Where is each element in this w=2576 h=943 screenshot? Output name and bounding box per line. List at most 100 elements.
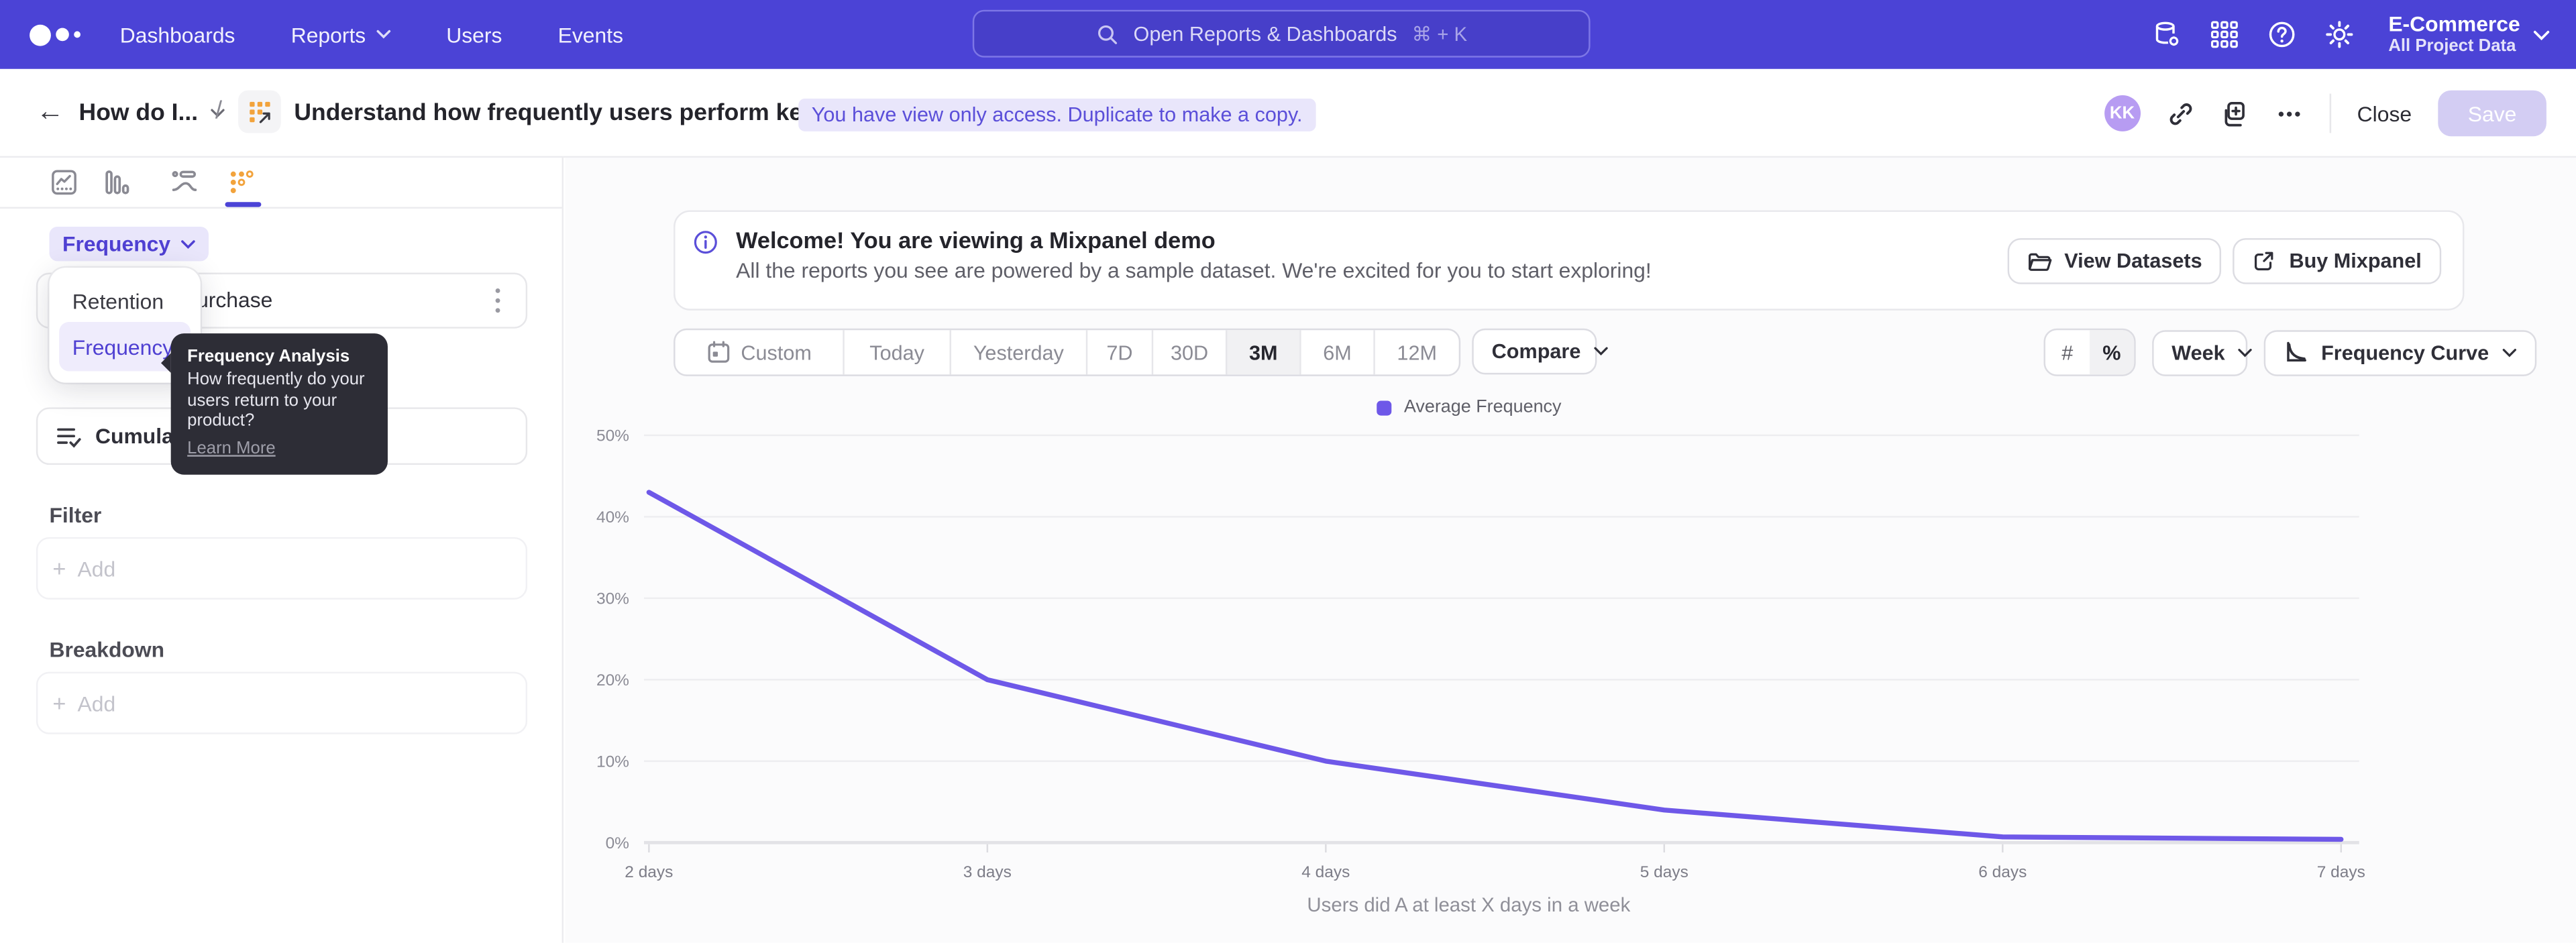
breakdown-add-button[interactable]: + Add bbox=[36, 672, 527, 734]
date-range-yesterday[interactable]: Yesterday bbox=[950, 330, 1086, 374]
y-tick-label: 40% bbox=[596, 508, 629, 526]
search-icon bbox=[1095, 22, 1118, 45]
app-viewport: Dashboards Reports Users Events Open Rep… bbox=[0, 0, 2576, 943]
apps-grid-icon[interactable] bbox=[2209, 19, 2239, 49]
legend-swatch bbox=[1376, 400, 1391, 414]
demo-banner: Welcome! You are viewing a Mixpanel demo… bbox=[674, 210, 2464, 310]
search-shortcut: ⌘ + K bbox=[1412, 22, 1468, 45]
interval-dropdown[interactable]: Week bbox=[2152, 329, 2247, 376]
top-nav: Dashboards Reports Users Events Open Rep… bbox=[0, 0, 2576, 69]
list-check-icon bbox=[56, 424, 82, 450]
date-range-30d[interactable]: 30D bbox=[1152, 330, 1226, 374]
row-menu-icon[interactable] bbox=[486, 284, 509, 317]
nav-events[interactable]: Events bbox=[558, 22, 623, 47]
data-management-icon[interactable] bbox=[2152, 19, 2182, 49]
frequency-tooltip: Frequency Analysis How frequently do you… bbox=[171, 333, 388, 474]
header-actions: KK Close Save bbox=[2104, 69, 2546, 158]
plus-icon: + bbox=[52, 690, 66, 716]
menu-item-retention[interactable]: Retention bbox=[59, 279, 191, 322]
project-scope: All Project Data bbox=[2388, 36, 2520, 56]
more-options-icon[interactable] bbox=[2275, 99, 2303, 127]
chevron-down-icon bbox=[2502, 347, 2517, 357]
nav-users[interactable]: Users bbox=[446, 22, 502, 47]
project-switcher[interactable]: E-Commerce All Project Data bbox=[2388, 13, 2549, 56]
breadcrumb[interactable]: How do I... bbox=[79, 100, 225, 126]
nav-reports[interactable]: Reports bbox=[291, 22, 390, 47]
chevron-down-icon bbox=[2238, 347, 2253, 357]
query-sidebar: Frequency Purchase Retention Frequency F… bbox=[0, 158, 564, 943]
search-input[interactable]: Open Reports & Dashboards ⌘ + K bbox=[973, 10, 1591, 58]
date-range-7d[interactable]: 7D bbox=[1086, 330, 1152, 374]
value-format-toggle: # % bbox=[2043, 329, 2135, 376]
avatar[interactable]: KK bbox=[2104, 95, 2141, 131]
chevron-down-icon bbox=[1594, 347, 1609, 357]
frequency-line-chart: 0% 10% 20% 30% 40% 50% 2 days 3 days 4 days 5 day… bbox=[565, 421, 2372, 890]
chevron-down-icon bbox=[376, 30, 390, 40]
date-range-6m[interactable]: 6M bbox=[1299, 330, 1373, 374]
view-datasets-button[interactable]: View Datasets bbox=[2007, 238, 2222, 284]
x-tick-label: 2 days bbox=[625, 863, 673, 881]
mixpanel-logo-icon[interactable] bbox=[30, 24, 80, 46]
date-range-today[interactable]: Today bbox=[843, 330, 949, 374]
board-icon[interactable] bbox=[238, 91, 281, 133]
divider bbox=[2329, 94, 2330, 133]
save-button[interactable]: Save bbox=[2438, 91, 2546, 137]
breakdown-heading: Breakdown bbox=[49, 637, 164, 662]
chart-toolbar: Custom Today Yesterday 7D 30D 3M 6M 12M … bbox=[674, 329, 2536, 376]
chart-type-dropdown[interactable]: Frequency Curve bbox=[2263, 329, 2536, 376]
date-range-custom[interactable]: Custom bbox=[676, 330, 843, 374]
plus-icon: + bbox=[52, 555, 66, 581]
settings-gear-icon[interactable] bbox=[2324, 19, 2354, 49]
y-tick-label: 10% bbox=[596, 753, 629, 771]
legend-label: Average Frequency bbox=[1404, 398, 1562, 417]
breadcrumb-separator: / bbox=[215, 97, 222, 125]
date-range-12m[interactable]: 12M bbox=[1373, 330, 1458, 374]
nav-links: Dashboards Reports Users Events bbox=[120, 22, 623, 47]
search-placeholder: Open Reports & Dashboards bbox=[1134, 22, 1397, 45]
chevron-down-icon bbox=[180, 239, 195, 249]
date-range-3m[interactable]: 3M bbox=[1226, 330, 1299, 374]
report-header: ← How do I... / Understand how frequentl… bbox=[0, 69, 2576, 158]
report-main: Welcome! You are viewing a Mixpanel demo… bbox=[565, 158, 2576, 943]
compare-button[interactable]: Compare bbox=[1472, 329, 1597, 375]
y-tick-label: 30% bbox=[596, 590, 629, 608]
duplicate-icon[interactable] bbox=[2220, 99, 2249, 127]
external-link-icon bbox=[2253, 249, 2276, 272]
report-type-tabs bbox=[0, 158, 562, 209]
filter-heading: Filter bbox=[49, 502, 101, 527]
nav-dashboards[interactable]: Dashboards bbox=[120, 22, 235, 47]
banner-body: All the reports you see are powered by a… bbox=[736, 258, 1652, 282]
y-tick-label: 50% bbox=[596, 427, 629, 445]
folder-icon bbox=[2027, 250, 2051, 272]
chart-caption: Users did A at least X days in a week bbox=[565, 893, 2372, 916]
project-name: E-Commerce bbox=[2388, 13, 2520, 36]
info-icon bbox=[693, 230, 718, 255]
date-range-group: Custom Today Yesterday 7D 30D 3M 6M 12M bbox=[674, 329, 1460, 376]
banner-title: Welcome! You are viewing a Mixpanel demo bbox=[736, 227, 1216, 253]
chart-legend[interactable]: Average Frequency bbox=[565, 398, 2372, 417]
x-tick-label: 5 days bbox=[1640, 863, 1688, 881]
close-button[interactable]: Close bbox=[2357, 101, 2412, 126]
x-tick-label: 4 days bbox=[1301, 863, 1350, 881]
buy-mixpanel-button[interactable]: Buy Mixpanel bbox=[2233, 238, 2441, 284]
percent-toggle[interactable]: % bbox=[2090, 330, 2134, 374]
absolute-toggle[interactable]: # bbox=[2045, 330, 2090, 374]
x-tick-label: 6 days bbox=[1978, 863, 2027, 881]
x-tick-label: 3 days bbox=[963, 863, 1012, 881]
filter-add-button[interactable]: + Add bbox=[36, 537, 527, 600]
tab-insights-icon[interactable] bbox=[51, 169, 77, 195]
metric-selector[interactable]: Frequency bbox=[49, 227, 208, 261]
tab-flows-icon[interactable] bbox=[171, 169, 197, 195]
active-tab-indicator bbox=[225, 202, 262, 207]
back-arrow-icon[interactable]: ← bbox=[36, 95, 64, 128]
help-icon[interactable] bbox=[2267, 19, 2296, 49]
y-tick-label: 20% bbox=[596, 671, 629, 689]
y-tick-label: 0% bbox=[606, 834, 629, 852]
nav-right-cluster: E-Commerce All Project Data bbox=[2152, 0, 2550, 69]
frequency-curve-icon bbox=[2284, 340, 2308, 365]
learn-more-link[interactable]: Learn More bbox=[187, 438, 276, 459]
banner-buttons: View Datasets Buy Mixpanel bbox=[2007, 238, 2442, 284]
tab-funnels-icon[interactable] bbox=[103, 169, 129, 195]
copy-link-icon[interactable] bbox=[2167, 99, 2195, 127]
tab-retention-icon[interactable] bbox=[228, 169, 254, 195]
